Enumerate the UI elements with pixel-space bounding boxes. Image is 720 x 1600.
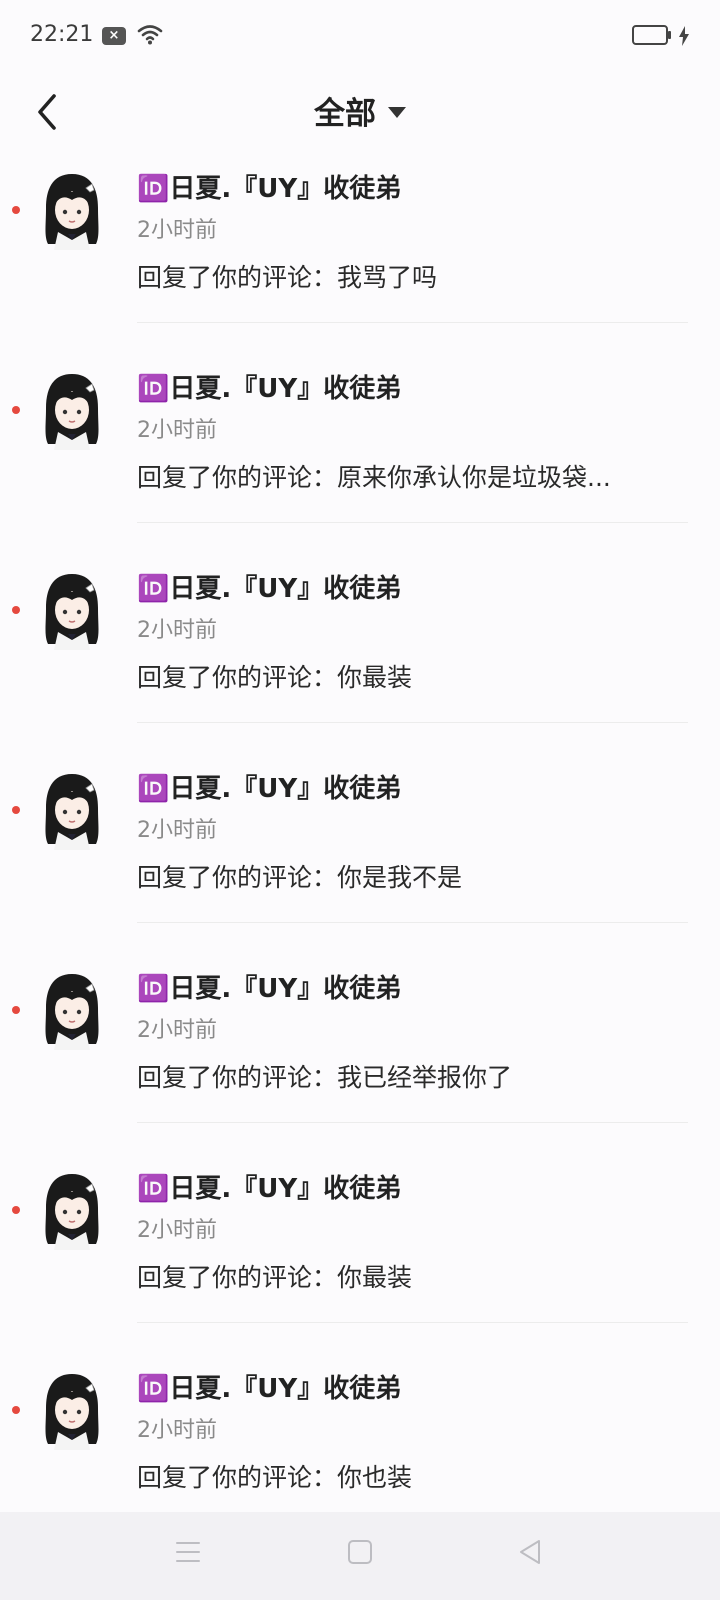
unread-dot [12, 206, 20, 214]
status-bar: 22:21 × [0, 0, 720, 72]
list-item[interactable]: 🆔日夏.『UY』收徒弟 2小时前 回复了你的评论：你是我不是 [0, 750, 720, 950]
charging-icon [679, 26, 689, 46]
unread-dot [12, 806, 20, 814]
avatar[interactable] [40, 1370, 104, 1450]
list-item[interactable]: 🆔日夏.『UY』收徒弟 2小时前 回复了你的评论：你最装 [0, 1150, 720, 1350]
status-time: 22:21 [30, 22, 94, 47]
list-item[interactable]: 🆔日夏.『UY』收徒弟 2小时前 回复了你的评论：原来你承认你是垃圾袋... [0, 350, 720, 550]
message-text: 回复了你的评论：你最装 [137, 1263, 413, 1292]
username[interactable]: 🆔日夏.『UY』收徒弟 [137, 768, 401, 805]
page-title: 全部 [314, 96, 376, 132]
message-text: 回复了你的评论：你最装 [137, 663, 413, 692]
timestamp: 2小时前 [137, 618, 217, 643]
avatar[interactable] [40, 1170, 104, 1250]
timestamp: 2小时前 [137, 818, 217, 843]
list-item[interactable]: 🆔日夏.『UY』收徒弟 2小时前 回复了你的评论：我已经举报你了 [0, 950, 720, 1150]
divider [137, 1322, 688, 1323]
message-text: 回复了你的评论：我骂了吗 [137, 263, 438, 292]
divider [137, 922, 688, 923]
avatar[interactable] [40, 570, 104, 650]
divider [137, 322, 688, 323]
menu-icon [176, 1542, 200, 1562]
filter-dropdown[interactable]: 全部 [0, 88, 720, 133]
home-button[interactable] [346, 1538, 374, 1566]
username[interactable]: 🆔日夏.『UY』收徒弟 [137, 968, 401, 1005]
unread-dot [12, 1206, 20, 1214]
unread-dot [12, 1006, 20, 1014]
list-item[interactable]: 🆔日夏.『UY』收徒弟 2小时前 回复了你的评论：我骂了吗 [0, 150, 720, 350]
timestamp: 2小时前 [137, 1418, 217, 1443]
username[interactable]: 🆔日夏.『UY』收徒弟 [137, 168, 401, 205]
x-badge-icon: × [102, 27, 126, 45]
system-nav-bar [0, 1512, 720, 1600]
timestamp: 2小时前 [137, 1018, 217, 1043]
square-icon [348, 1540, 372, 1564]
username[interactable]: 🆔日夏.『UY』收徒弟 [137, 568, 401, 605]
avatar[interactable] [40, 970, 104, 1050]
menu-button[interactable] [174, 1538, 202, 1566]
notification-list: 🆔日夏.『UY』收徒弟 2小时前 回复了你的评论：我骂了吗 🆔日夏.『UY』收徒… [0, 150, 720, 1550]
avatar[interactable] [40, 370, 104, 450]
message-text: 回复了你的评论：原来你承认你是垃圾袋... [137, 463, 611, 492]
unread-dot [12, 1406, 20, 1414]
timestamp: 2小时前 [137, 1218, 217, 1243]
divider [137, 722, 688, 723]
username[interactable]: 🆔日夏.『UY』收徒弟 [137, 368, 401, 405]
battery-icon [632, 25, 671, 45]
avatar[interactable] [40, 770, 104, 850]
message-text: 回复了你的评论：你也装 [137, 1463, 413, 1492]
triangle-back-icon [520, 1540, 540, 1564]
divider [137, 1122, 688, 1123]
username[interactable]: 🆔日夏.『UY』收徒弟 [137, 1168, 401, 1205]
message-text: 回复了你的评论：我已经举报你了 [137, 1063, 513, 1092]
divider [137, 522, 688, 523]
back-nav-button[interactable] [516, 1538, 544, 1566]
wifi-icon [137, 25, 163, 45]
timestamp: 2小时前 [137, 418, 217, 443]
timestamp: 2小时前 [137, 218, 217, 243]
message-text: 回复了你的评论：你是我不是 [137, 863, 463, 892]
avatar[interactable] [40, 170, 104, 250]
unread-dot [12, 406, 20, 414]
unread-dot [12, 606, 20, 614]
username[interactable]: 🆔日夏.『UY』收徒弟 [137, 1368, 401, 1405]
list-item[interactable]: 🆔日夏.『UY』收徒弟 2小时前 回复了你的评论：你最装 [0, 550, 720, 750]
triangle-down-icon [388, 107, 406, 118]
